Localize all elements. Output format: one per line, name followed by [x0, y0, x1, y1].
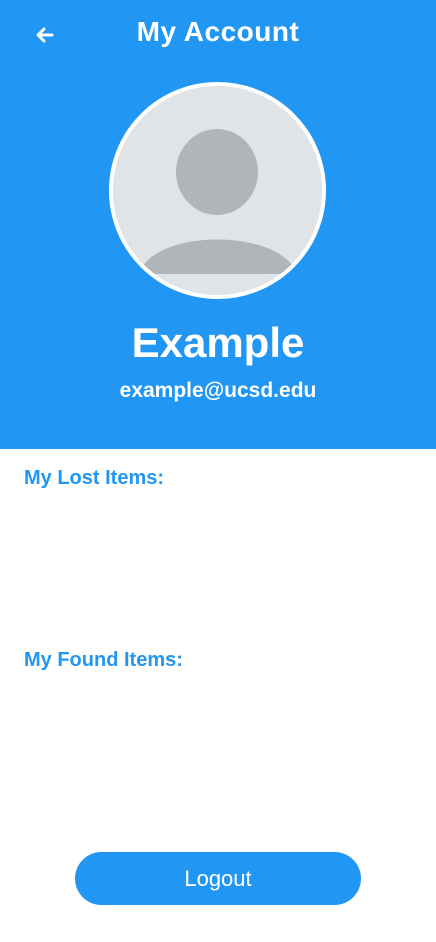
found-items-list — [24, 677, 412, 827]
logout-button[interactable]: Logout — [75, 852, 361, 905]
user-avatar-placeholder-icon — [113, 86, 322, 295]
lost-items-list — [24, 495, 412, 635]
my-account-screen: My Account Example example@ucsd.edu My L… — [0, 0, 436, 942]
page-title: My Account — [136, 16, 300, 47]
profile-header: My Account Example example@ucsd.edu — [0, 0, 436, 449]
user-name: Example — [131, 319, 305, 366]
found-items-heading: My Found Items: — [24, 649, 183, 671]
avatar — [109, 82, 326, 299]
lost-items-heading: My Lost Items: — [24, 467, 165, 489]
user-email: example@ucsd.edu — [119, 379, 317, 402]
